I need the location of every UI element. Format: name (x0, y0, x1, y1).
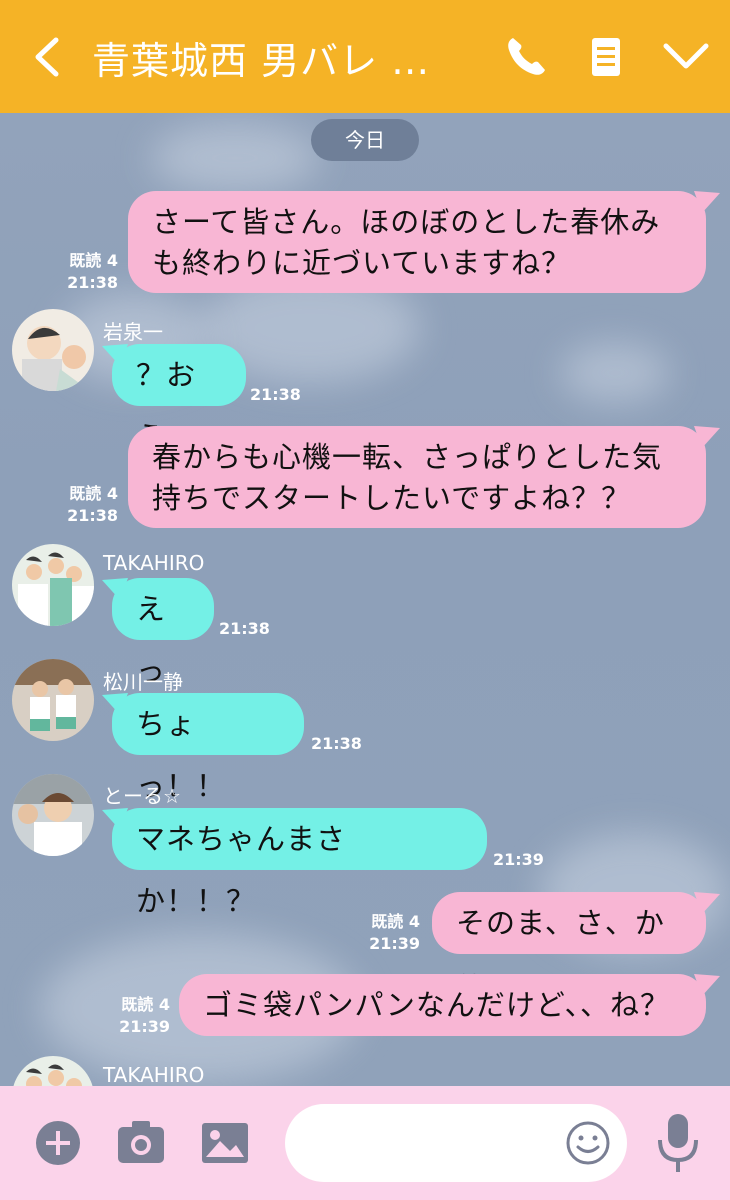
message-time: 21:39 (119, 1017, 170, 1036)
message-bubble-outgoing[interactable]: そのま、さ、か♡ (432, 892, 706, 1002)
avatar-image (12, 544, 94, 626)
phone-icon[interactable] (503, 34, 549, 80)
bubble-tail (694, 974, 720, 996)
message-time: 21:38 (67, 273, 118, 292)
bubble-tail (694, 191, 720, 213)
camera-icon[interactable] (116, 1119, 166, 1165)
message-time: 21:38 (67, 506, 118, 525)
message-time: 21:39 (369, 934, 420, 953)
chat-header: 青葉城西 男バレ … (0, 0, 730, 113)
chevron-down-icon[interactable] (660, 34, 712, 80)
avatar[interactable] (12, 544, 94, 626)
background-cloud (560, 343, 670, 403)
chat-area[interactable]: 今日 さーて皆さん。ほのぼのとした春休み も終わりに近づいていますね？ 既読 4… (0, 113, 730, 1086)
message-time: 21:38 (219, 619, 270, 638)
sender-name: 松川一静 (103, 670, 183, 694)
read-receipt: 既読 4 (69, 484, 118, 503)
message-input[interactable] (285, 1104, 627, 1182)
message-text-line: 持ちでスタートしたいですよね？？ (152, 481, 632, 515)
read-receipt: 既読 4 (69, 251, 118, 270)
read-receipt: 既読 4 (121, 995, 170, 1014)
message-bubble-outgoing[interactable]: ゴミ袋パンパンなんだけど、、ね？ (179, 974, 706, 1036)
bubble-tail (102, 344, 128, 366)
sender-name: TAKAHIRO (103, 1063, 205, 1086)
microphone-icon[interactable] (655, 1112, 701, 1174)
bubble-tail (694, 426, 720, 448)
message-bubble-incoming[interactable]: マネちゃんまさか！！？ (112, 808, 487, 918)
message-time: 21:38 (311, 734, 362, 753)
sender-name: とーる☆ (103, 784, 181, 808)
avatar-image (12, 1056, 94, 1086)
message-meta: 既読 4 21:39 (92, 994, 170, 1038)
chevron-left-icon[interactable] (30, 34, 66, 80)
message-time: 21:39 (493, 850, 544, 869)
message-text-line: も終わりに近づいていますね？ (152, 246, 572, 280)
message-time: 21:38 (250, 385, 301, 404)
message-meta: 既読 4 21:38 (40, 250, 118, 294)
message-bubble-incoming[interactable]: ちょっ！！ (112, 693, 304, 803)
avatar[interactable] (12, 1056, 94, 1086)
message-meta: 既読 4 21:39 (342, 911, 420, 955)
avatar-image (12, 659, 94, 741)
emoji-icon[interactable] (565, 1120, 611, 1166)
message-bubble-outgoing[interactable]: さーて皆さん。ほのぼのとした春休み も終わりに近づいていますね？ (128, 191, 706, 293)
bubble-tail (694, 892, 720, 914)
memo-icon[interactable] (583, 34, 629, 80)
bubble-tail (102, 693, 128, 715)
avatar[interactable] (12, 774, 94, 856)
chat-title[interactable]: 青葉城西 男バレ … (92, 30, 430, 85)
input-bar (0, 1086, 730, 1200)
avatar-image (12, 774, 94, 856)
avatar-image (12, 309, 94, 391)
message-text-line: さーて皆さん。ほのぼのとした春休み (152, 205, 661, 239)
message-meta: 既読 4 21:38 (40, 483, 118, 527)
read-receipt: 既読 4 (371, 912, 420, 931)
background-cloud (150, 123, 320, 193)
sender-name: TAKAHIRO (103, 551, 205, 575)
image-icon[interactable] (200, 1121, 250, 1165)
date-separator: 今日 (311, 119, 419, 161)
message-bubble-incoming[interactable]: ？おう (112, 344, 246, 454)
avatar[interactable] (12, 309, 94, 391)
message-text-line: 春からも心機一転、さっぱりとした気 (152, 440, 663, 474)
message-bubble-outgoing[interactable]: 春からも心機一転、さっぱりとした気 持ちでスタートしたいですよね？？ (128, 426, 706, 528)
bubble-tail (102, 808, 128, 830)
bubble-tail (102, 578, 128, 600)
sender-name: 岩泉一 (103, 320, 163, 344)
plus-icon[interactable] (34, 1119, 82, 1167)
avatar[interactable] (12, 659, 94, 741)
